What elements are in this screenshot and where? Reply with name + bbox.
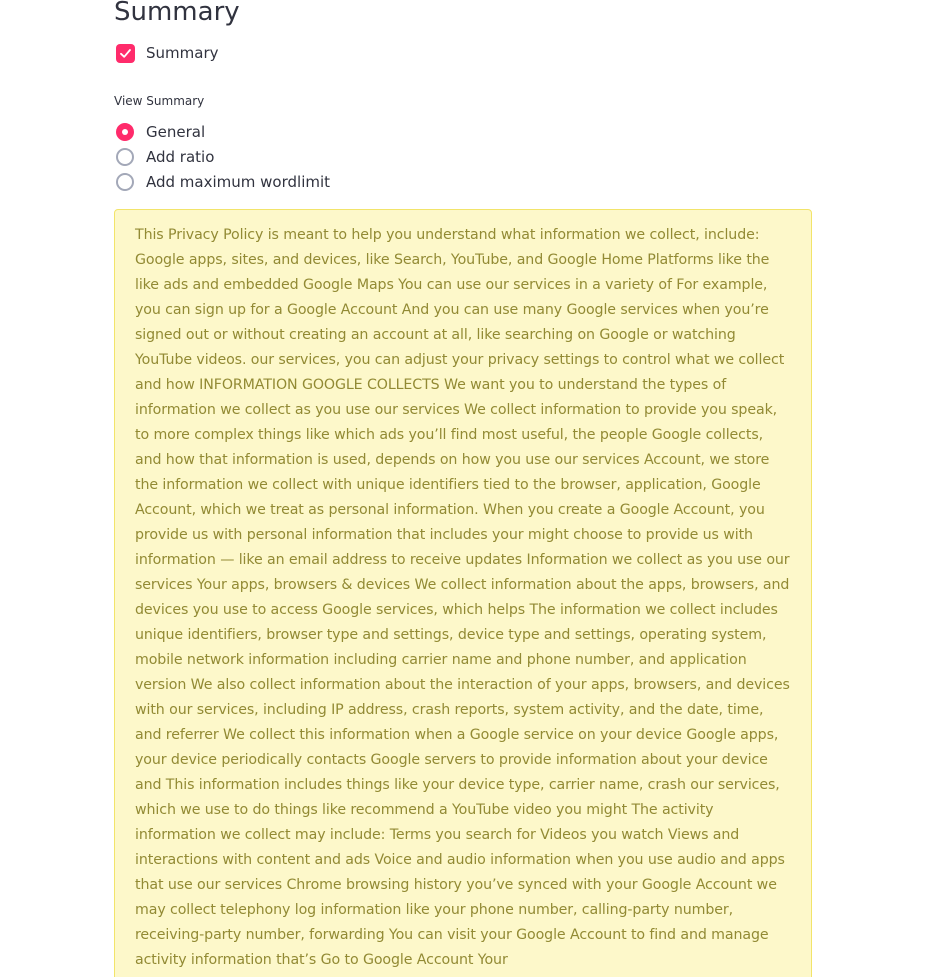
radio-option-label: Add maximum wordlimit [146, 172, 331, 191]
radio-option-general[interactable]: General [116, 119, 330, 144]
page-title: Summary [114, 0, 240, 27]
summary-output-box: This Privacy Policy is meant to help you… [114, 209, 812, 977]
summary-output-text: This Privacy Policy is meant to help you… [135, 227, 790, 968]
checkbox-checked-icon[interactable] [116, 43, 135, 63]
view-summary-radio-group: General Add ratio Add maximum wordlimit [116, 119, 330, 194]
summary-checkbox[interactable]: Summary [116, 43, 219, 63]
radio-option-add-maximum-wordlimit[interactable]: Add maximum wordlimit [116, 169, 330, 194]
radio-option-label: General [146, 122, 206, 141]
radio-option-add-ratio[interactable]: Add ratio [116, 144, 330, 169]
view-summary-label: View Summary [114, 94, 205, 108]
radio-selected-icon[interactable] [116, 122, 134, 141]
radio-unselected-icon[interactable] [116, 172, 134, 191]
app-page: Summary Summary View Summary General Add… [0, 0, 948, 977]
radio-option-label: Add ratio [146, 147, 215, 166]
summary-checkbox-label: Summary [146, 44, 219, 62]
radio-unselected-icon[interactable] [116, 147, 134, 166]
